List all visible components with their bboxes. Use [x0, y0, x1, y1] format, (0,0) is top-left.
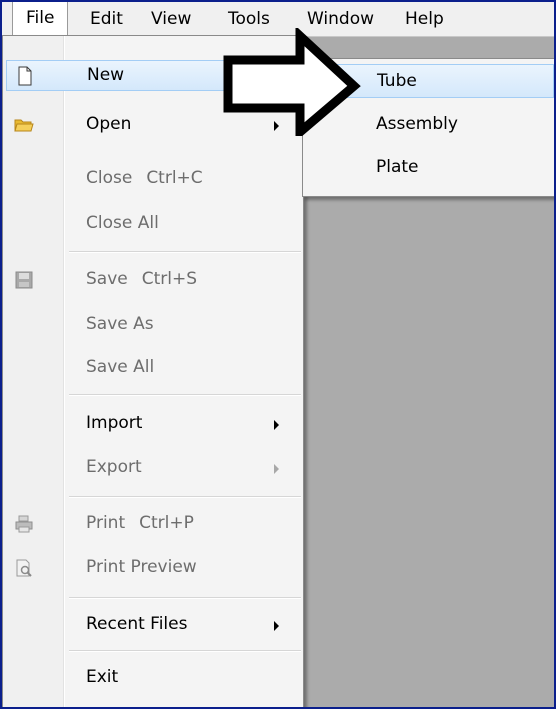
menu-item-save[interactable]: Save Ctrl+S: [6, 265, 298, 296]
menu-item-close[interactable]: Close Ctrl+C: [6, 164, 298, 195]
menu-help[interactable]: Help: [392, 2, 457, 36]
printer-icon: [15, 515, 33, 533]
menu-item-export-label: Export: [86, 457, 142, 477]
menu-separator: [69, 597, 301, 599]
submenu-item-plate-label: Plate: [376, 157, 419, 177]
print-preview-icon: [16, 559, 32, 577]
menu-item-save-all[interactable]: Save All: [6, 353, 298, 384]
menu-edit[interactable]: Edit: [77, 2, 136, 36]
menu-separator: [69, 496, 301, 498]
menu-item-close-all-label: Close All: [86, 213, 159, 233]
menu-item-print[interactable]: Print Ctrl+P: [6, 509, 298, 540]
menu-item-exit[interactable]: Exit: [6, 663, 298, 694]
menu-separator: [69, 394, 301, 396]
menu-item-close-label: Close: [86, 168, 133, 188]
menu-item-recent-files-label: Recent Files: [86, 614, 188, 634]
menu-item-export[interactable]: Export: [6, 453, 298, 484]
menu-separator: [69, 251, 301, 253]
submenu-arrow-icon: [274, 621, 279, 631]
save-shortcut: Ctrl+S: [141, 269, 198, 289]
file-menu-dropdown: New Open Close Ctrl+C Close All Save Ctrl+…: [2, 35, 304, 707]
menu-item-recent-files[interactable]: Recent Files: [6, 610, 298, 641]
close-shortcut: Ctrl+C: [146, 168, 203, 188]
folder-icon: [14, 119, 34, 132]
submenu-arrow-icon: [274, 420, 279, 430]
menu-item-print-preview-label: Print Preview: [86, 557, 197, 577]
menu-separator: [69, 650, 301, 652]
menu-item-save-all-label: Save All: [86, 357, 155, 377]
print-shortcut: Ctrl+P: [139, 513, 194, 533]
menu-view[interactable]: View: [138, 2, 204, 36]
menu-item-print-preview[interactable]: Print Preview: [6, 553, 298, 584]
menu-item-print-label: Print: [86, 513, 126, 533]
menu-item-open-label: Open: [86, 114, 132, 134]
menu-item-close-all[interactable]: Close All: [6, 209, 298, 240]
menu-item-import-label: Import: [86, 413, 143, 433]
arrow-callout-icon: [223, 28, 361, 136]
submenu-item-tube-label: Tube: [377, 71, 417, 91]
menu-item-save-as-label: Save As: [86, 314, 154, 334]
application-window: File Edit View Tools Window Help New Ope…: [0, 0, 556, 709]
new-document-icon: [18, 66, 32, 86]
submenu-item-assembly-label: Assembly: [376, 114, 458, 134]
menu-item-new-label: New: [87, 65, 125, 85]
submenu-arrow-icon: [274, 464, 279, 474]
submenu-item-plate[interactable]: Plate: [306, 151, 554, 185]
floppy-disk-icon: [15, 271, 33, 289]
menu-file[interactable]: File: [12, 2, 69, 36]
menu-item-exit-label: Exit: [86, 667, 119, 687]
menu-item-save-as[interactable]: Save As: [6, 310, 298, 341]
menu-item-save-label: Save: [86, 269, 128, 289]
menu-item-import[interactable]: Import: [6, 409, 298, 440]
